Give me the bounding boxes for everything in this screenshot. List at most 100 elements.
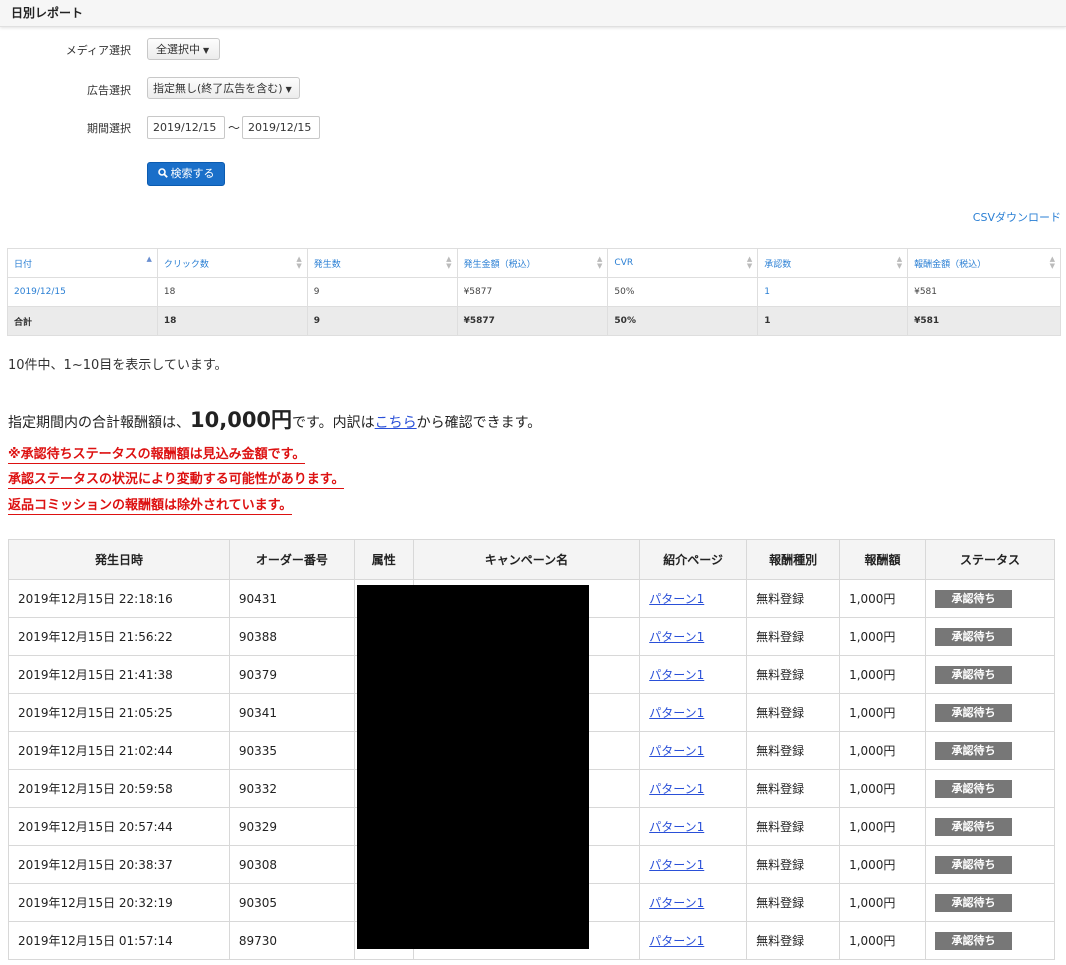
order-page-link[interactable]: パターン1 xyxy=(649,630,704,644)
summary-cell-date[interactable]: 2019/12/15 xyxy=(7,277,158,307)
summary-header-date[interactable]: 日付 ▲ xyxy=(7,248,158,278)
order-page-link[interactable]: パターン1 xyxy=(649,934,704,948)
order-amount: 1,000円 xyxy=(839,769,927,808)
media-select-dropdown[interactable]: 全選択中 ▼ xyxy=(147,38,220,60)
order-amount: 1,000円 xyxy=(839,693,927,732)
status-badge: 承認待ち xyxy=(935,931,1013,950)
order-reward-type: 無料登録 xyxy=(746,845,841,884)
total-cell-clicks: 18 xyxy=(156,306,308,336)
order-page-link[interactable]: パターン1 xyxy=(649,782,704,796)
sort-icon: ▲ ▼ xyxy=(446,255,452,270)
orders-header-page: 紹介ページ xyxy=(639,539,748,580)
orders-header-reward-type: 報酬種別 xyxy=(746,539,841,580)
summary-header-clicks[interactable]: クリック数 ▲ ▼ xyxy=(156,248,308,278)
caret-down-icon: ▼ xyxy=(285,85,292,94)
warning-status-change: 承認ステータスの状況により変動する可能性があります。 xyxy=(8,468,345,489)
order-number: 90329 xyxy=(228,807,355,846)
sort-icon: ▲ ▼ xyxy=(896,255,903,270)
search-button-label: 検索する xyxy=(170,167,215,180)
order-reward-type: 無料登録 xyxy=(746,731,841,770)
csv-download-link[interactable]: CSVダウンロード xyxy=(973,209,1061,225)
order-number: 90431 xyxy=(228,579,355,618)
warning-returns: 返品コミッションの報酬額は除外されています。 xyxy=(8,494,293,515)
summary-header-amount[interactable]: 発生金額（税込） ▲ ▼ xyxy=(456,248,609,278)
media-select-value: 全選択中 xyxy=(156,43,200,56)
page-title: 日別レポート xyxy=(11,6,84,20)
summary-header-reward[interactable]: 報酬金額（税込） ▲ ▼ xyxy=(907,248,1061,278)
search-button[interactable]: 検索する xyxy=(147,162,225,186)
order-number: 90388 xyxy=(228,617,355,656)
summary-header-approved[interactable]: 承認数 ▲ ▼ xyxy=(757,248,909,278)
order-number: 90379 xyxy=(228,655,355,694)
orders-header-attribute: 属性 xyxy=(353,539,414,580)
order-reward-type: 無料登録 xyxy=(746,921,841,960)
total-prefix: 指定期間内の合計報酬額は、 xyxy=(8,415,190,431)
status-badge: 承認待ち xyxy=(935,893,1013,912)
order-amount: 1,000円 xyxy=(839,617,927,656)
total-reward-text: 指定期間内の合計報酬額は、10,000円です。内訳はこちらから確認できます。 xyxy=(8,404,541,434)
status-badge: 承認待ち xyxy=(935,703,1013,722)
date-to-input[interactable]: 2019/12/15 xyxy=(242,116,320,139)
order-number: 90332 xyxy=(228,769,355,808)
order-date: 2019年12月15日 20:57:44 xyxy=(8,807,230,846)
summary-header-cvr[interactable]: CVR ▲ ▼ xyxy=(607,248,759,278)
breakdown-link[interactable]: こちら xyxy=(375,415,417,431)
ad-select-dropdown[interactable]: 指定無し(終了広告を含む) ▼ xyxy=(147,77,300,99)
media-select-label: メディア選択 xyxy=(65,44,131,57)
total-cell-reward: ¥581 xyxy=(907,306,1061,336)
sort-icon: ▲ ▼ xyxy=(296,255,302,270)
order-date: 2019年12月15日 21:56:22 xyxy=(8,617,230,656)
order-amount: 1,000円 xyxy=(839,807,927,846)
orders-header-order-number: オーダー番号 xyxy=(228,539,355,580)
sort-asc-icon: ▲ xyxy=(146,255,152,263)
orders-header-status: ステータス xyxy=(925,539,1055,580)
order-number: 89730 xyxy=(228,921,355,960)
summary-cell-amount: ¥5877 xyxy=(456,277,609,307)
summary-header-row: 日付 ▲ クリック数 ▲ ▼ 発生数 ▲ ▼ 発生金額（税込） ▲ ▼ CVR ▲ ▼ 承認数 ▲ ▼… xyxy=(7,248,1061,278)
date-from-input[interactable]: 2019/12/15 xyxy=(147,116,225,139)
period-select-label: 期間選択 xyxy=(87,122,131,135)
order-amount: 1,000円 xyxy=(839,921,927,960)
total-amount: 10,000円 xyxy=(190,408,293,432)
order-amount: 1,000円 xyxy=(839,579,927,618)
order-date: 2019年12月15日 21:02:44 xyxy=(8,731,230,770)
total-cell-amount: ¥5877 xyxy=(456,306,609,336)
total-cell-occurrences: 9 xyxy=(306,306,458,336)
order-page-link[interactable]: パターン1 xyxy=(649,706,704,720)
total-cell-cvr: 50% xyxy=(607,306,759,336)
order-page-link[interactable]: パターン1 xyxy=(649,820,704,834)
order-amount: 1,000円 xyxy=(839,845,927,884)
orders-header-date: 発生日時 xyxy=(8,539,230,580)
order-date: 2019年12月15日 20:38:37 xyxy=(8,845,230,884)
caret-down-icon: ▼ xyxy=(203,46,210,55)
order-number: 90335 xyxy=(228,731,355,770)
status-badge: 承認待ち xyxy=(935,627,1013,646)
status-badge: 承認待ち xyxy=(935,589,1013,608)
order-page-link[interactable]: パターン1 xyxy=(649,858,704,872)
summary-cell-approved[interactable]: 1 xyxy=(757,277,909,307)
status-badge: 承認待ち xyxy=(935,741,1013,760)
order-amount: 1,000円 xyxy=(839,883,927,922)
summary-cell-clicks: 18 xyxy=(156,277,308,307)
order-reward-type: 無料登録 xyxy=(746,883,841,922)
summary-header-occurrences[interactable]: 発生数 ▲ ▼ xyxy=(306,248,458,278)
date-separator: 〜 xyxy=(228,121,241,135)
order-date: 2019年12月15日 20:59:58 xyxy=(8,769,230,808)
order-page-link[interactable]: パターン1 xyxy=(649,744,704,758)
order-reward-type: 無料登録 xyxy=(746,579,841,618)
order-reward-type: 無料登録 xyxy=(746,655,841,694)
order-number: 90341 xyxy=(228,693,355,732)
status-badge: 承認待ち xyxy=(935,779,1013,798)
orders-header-row: 発生日時 オーダー番号 属性 キャンペーン名 紹介ページ 報酬種別 報酬額 ステ… xyxy=(8,539,1055,580)
warning-pending: ※承認待ちステータスの報酬額は見込み金額です。 xyxy=(8,443,306,464)
redaction-block xyxy=(357,585,589,949)
order-page-link[interactable]: パターン1 xyxy=(649,896,704,910)
order-date: 2019年12月15日 20:32:19 xyxy=(8,883,230,922)
order-amount: 1,000円 xyxy=(839,655,927,694)
order-number: 90305 xyxy=(228,883,355,922)
status-badge: 承認待ち xyxy=(935,817,1013,836)
orders-header-amount: 報酬額 xyxy=(839,539,927,580)
ad-select-label: 広告選択 xyxy=(87,84,131,97)
order-page-link[interactable]: パターン1 xyxy=(649,668,704,682)
order-page-link[interactable]: パターン1 xyxy=(649,592,704,606)
